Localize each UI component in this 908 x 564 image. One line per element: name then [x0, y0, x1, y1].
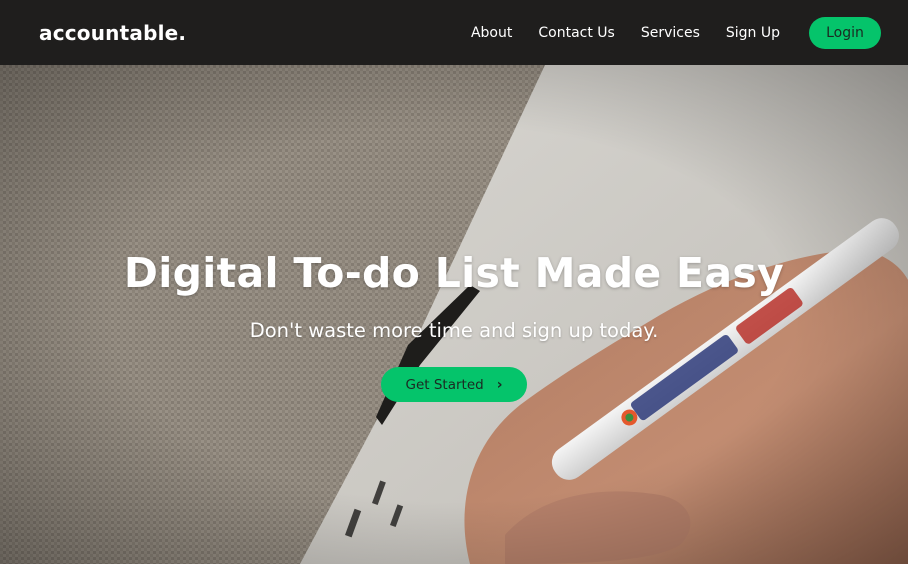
nav-links: About Contact Us Services Sign Up Login [471, 16, 881, 49]
nav-link-contact-us[interactable]: Contact Us [538, 25, 614, 41]
nav-link-about[interactable]: About [471, 25, 512, 41]
nav-link-services[interactable]: Services [641, 25, 700, 41]
get-started-label: Get Started [405, 376, 484, 393]
hero-title: Digital To-do List Made Easy [123, 249, 785, 297]
navbar: accountable. About Contact Us Services S… [0, 0, 908, 65]
get-started-button[interactable]: Get Started › [381, 367, 527, 402]
brand-logo[interactable]: accountable. [39, 21, 186, 45]
hero-section: Digital To-do List Made Easy Don't waste… [0, 65, 908, 564]
landing-page: accountable. About Contact Us Services S… [0, 0, 908, 564]
hero-content: Digital To-do List Made Easy Don't waste… [0, 65, 908, 564]
chevron-right-icon: › [496, 376, 503, 393]
login-button[interactable]: Login [809, 16, 881, 49]
hero-subtitle: Don't waste more time and sign up today. [249, 319, 659, 342]
nav-link-sign-up[interactable]: Sign Up [726, 25, 780, 41]
